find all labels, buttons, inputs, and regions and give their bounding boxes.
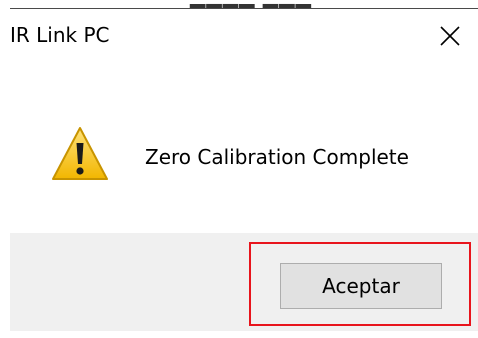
warning-icon [52,127,108,180]
screen: ▂▂▂▂ ▂▂▂ IR Link PC Zero Calib [0,0,478,338]
message-area: Zero Calibration Complete [10,57,478,233]
close-button[interactable] [428,15,472,55]
close-icon [440,26,460,46]
message-dialog: IR Link PC Zero Calibration Complete Ace… [10,8,478,331]
dialog-title: IR Link PC [10,23,110,47]
ok-button[interactable]: Aceptar [280,263,442,309]
message-text: Zero Calibration Complete [145,145,409,169]
button-bar: Aceptar [10,233,478,331]
